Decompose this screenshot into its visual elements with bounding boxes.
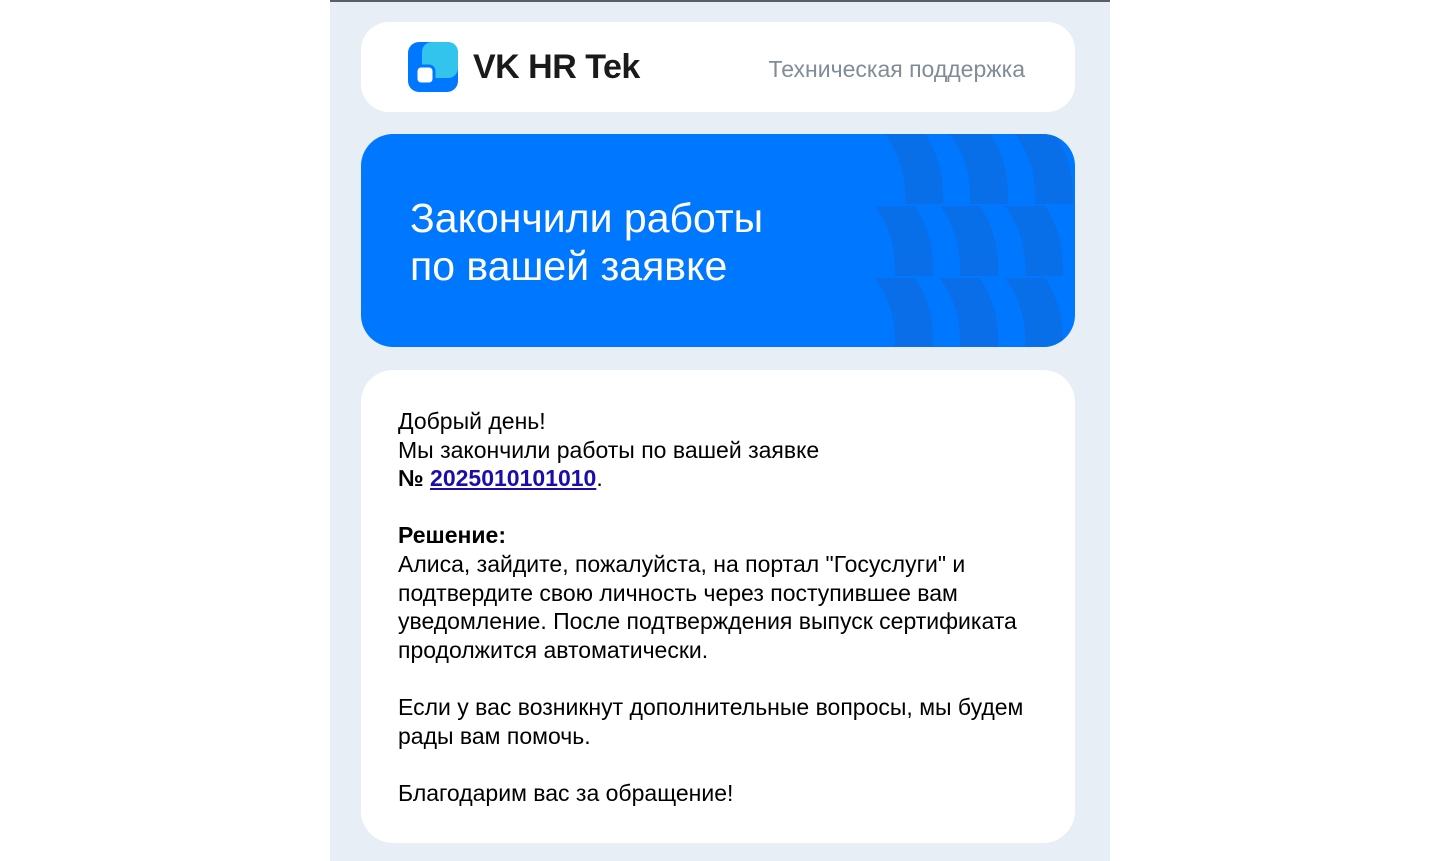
help-text: Если у вас возникнут дополнительные вопр… [398, 693, 1024, 749]
ticket-line: № 2025010101010. [398, 464, 1048, 493]
ticket-prefix: № [398, 465, 431, 492]
vk-hr-tek-logo-icon [408, 42, 458, 92]
top-divider [330, 0, 1110, 2]
support-label: Техническая поддержка [768, 56, 1025, 82]
brand-name: VK HR Tek [473, 48, 640, 86]
message-body: Добрый день! Мы закончили работы по ваше… [361, 370, 1075, 843]
ticket-number-link[interactable]: 2025010101010 [430, 465, 596, 491]
closing-text: Благодарим вас за обращение! [398, 779, 734, 806]
banner-title-line-2: по вашей заявке [410, 243, 728, 289]
message-text: Добрый день! Мы закончили работы по ваше… [398, 407, 1048, 807]
email-header: VK HR Tek Техническая поддержка [361, 22, 1075, 112]
greeting: Добрый день! [398, 408, 546, 434]
ticket-suffix: . [596, 465, 603, 492]
banner-title: Закончили работы по вашей заявке [410, 194, 763, 290]
solution-text: Алиса, зайдите, пожалуйста, на портал "Г… [398, 550, 1017, 663]
banner-pattern-graphic [875, 134, 1074, 347]
status-banner: Закончили работы по вашей заявке [361, 134, 1075, 347]
intro-text: Мы закончили работы по вашей заявке [398, 436, 820, 463]
email-column: VK HR Tek Техническая поддержка Закончил… [330, 0, 1110, 861]
banner-title-line-1: Закончили работы [410, 195, 764, 241]
solution-heading: Решение: [398, 522, 507, 549]
